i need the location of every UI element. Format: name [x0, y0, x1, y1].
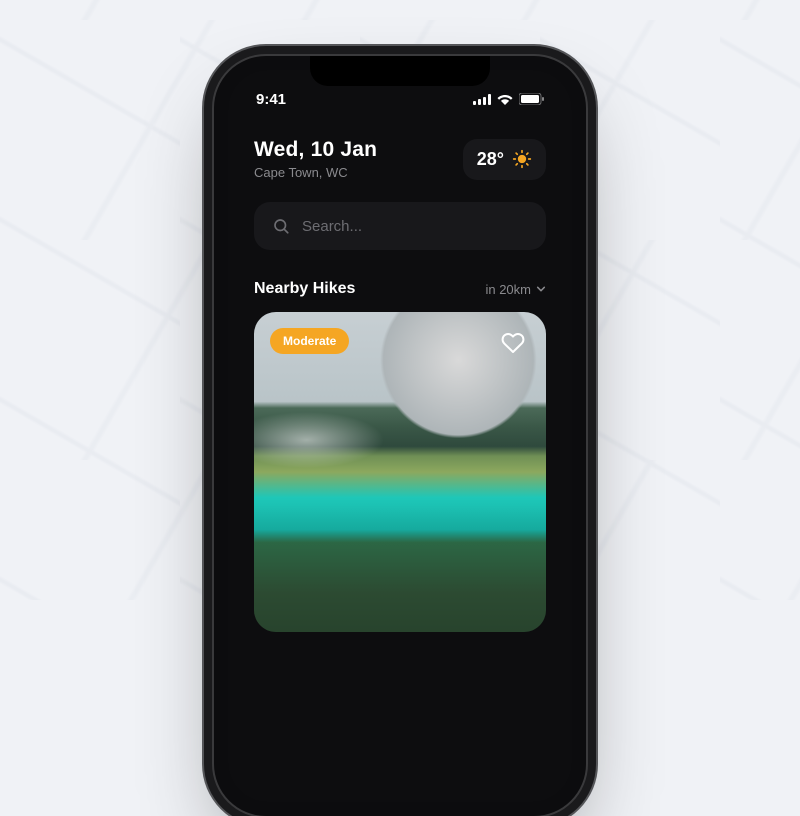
app-screen: 9:41 Wed, 10 Jan Cape Town, WC 28° Nearb… — [228, 70, 572, 802]
favorite-button[interactable] — [496, 326, 530, 360]
header: Wed, 10 Jan Cape Town, WC 28° — [228, 114, 572, 180]
search-icon — [272, 217, 290, 235]
section-title: Nearby Hikes — [254, 280, 355, 298]
date-heading: Wed, 10 Jan — [254, 138, 377, 162]
status-time: 9:41 — [256, 91, 286, 108]
hike-card[interactable]: Moderate — [254, 312, 546, 632]
sun-icon — [512, 149, 532, 169]
weather-pill[interactable]: 28° — [463, 139, 546, 180]
heart-icon — [501, 331, 525, 355]
status-icons — [473, 93, 544, 105]
location-label: Cape Town, WC — [254, 165, 377, 180]
wifi-icon — [497, 93, 513, 105]
section-header: Nearby Hikes in 20km — [228, 250, 572, 312]
notch — [310, 56, 490, 86]
range-label: in 20km — [485, 282, 531, 297]
difficulty-badge: Moderate — [270, 328, 349, 354]
chevron-down-icon — [536, 284, 546, 294]
date-block: Wed, 10 Jan Cape Town, WC — [254, 138, 377, 180]
cellular-icon — [473, 94, 491, 105]
search-input[interactable] — [302, 218, 528, 235]
search-bar[interactable] — [254, 202, 546, 250]
range-filter[interactable]: in 20km — [485, 282, 546, 297]
phone-frame: 9:41 Wed, 10 Jan Cape Town, WC 28° Nearb… — [214, 56, 586, 816]
battery-icon — [519, 93, 544, 105]
temperature-value: 28° — [477, 149, 504, 170]
